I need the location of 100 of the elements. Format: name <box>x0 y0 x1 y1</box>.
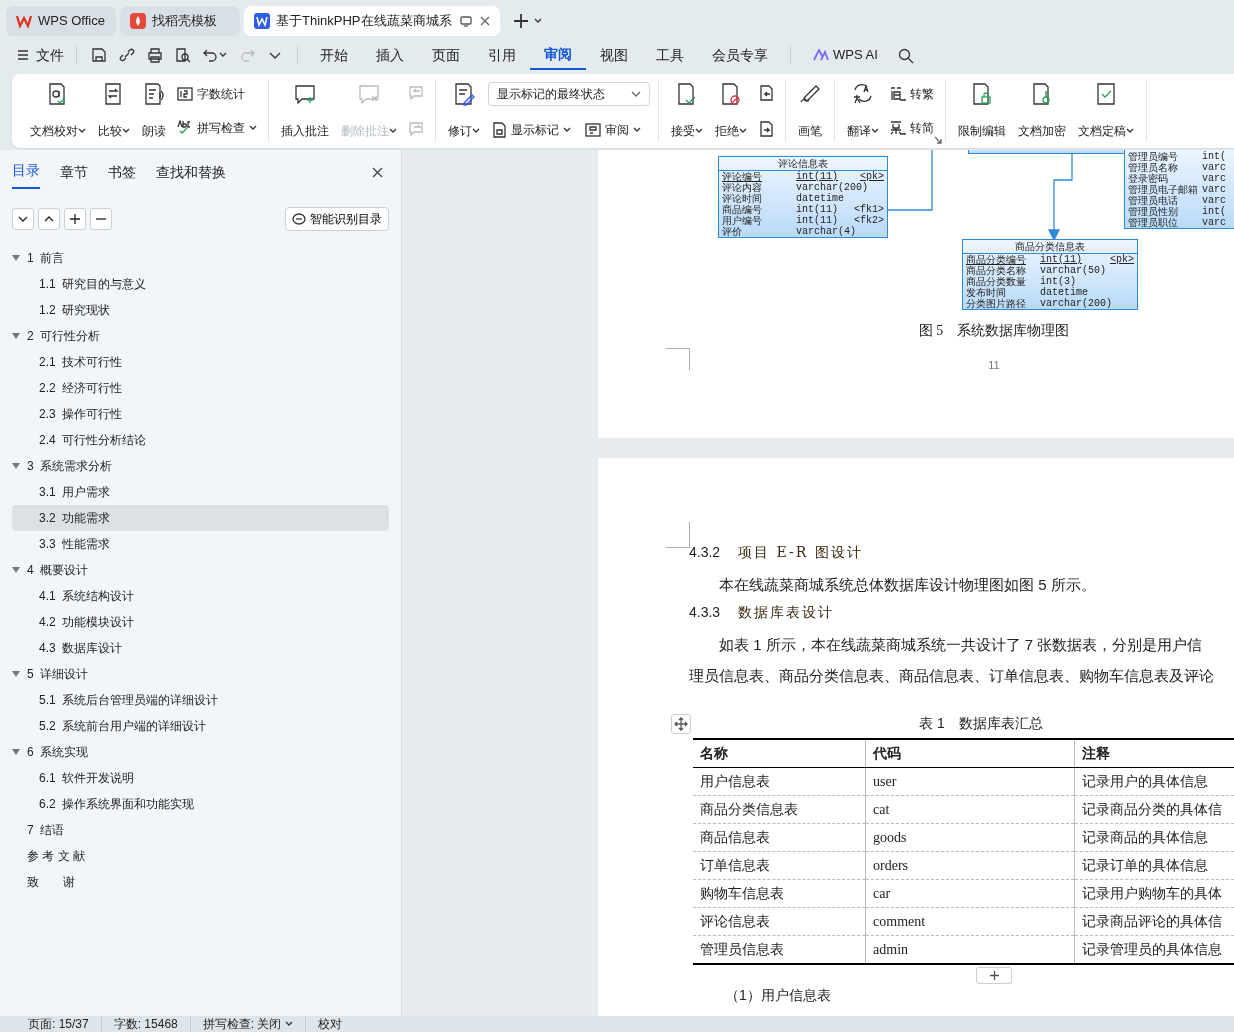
table-field: 商品分类名称 varchar(50) <box>963 265 1137 276</box>
caret-icon <box>219 52 227 58</box>
ribbon-button[interactable]: 显示标记 <box>488 120 574 140</box>
menu-tab[interactable]: 插入 <box>362 40 418 70</box>
sidebar-tab[interactable]: 书签 <box>108 152 136 189</box>
outline-item[interactable]: 5.2 系统前台用户端的详细设计 <box>12 713 389 739</box>
next-change-icon <box>758 121 774 137</box>
outline-item[interactable]: 1.2 研究现状 <box>12 297 389 323</box>
plus-icon <box>69 213 81 225</box>
outline-item[interactable]: 参 考 文 献 <box>12 843 389 869</box>
menu-tab[interactable]: 开始 <box>306 40 362 70</box>
outline-item[interactable]: 4 概要设计 <box>12 557 389 583</box>
ribbon-button[interactable]: 比较 <box>94 80 134 142</box>
outline-item[interactable]: 2.4 可行性分析结论 <box>12 427 389 453</box>
outline-item[interactable]: 致 谢 <box>12 869 389 895</box>
menu-tab[interactable]: 页面 <box>418 40 474 70</box>
table-cell: 购物车信息表 <box>693 879 866 908</box>
document-logo-icon <box>254 13 270 29</box>
outline-item[interactable]: 4.3 数据库设计 <box>12 635 389 661</box>
menu-tab[interactable]: 会员专享 <box>698 40 782 70</box>
outline-item[interactable]: 2.3 操作可行性 <box>12 401 389 427</box>
outline-item[interactable]: 6 系统实现 <box>12 739 389 765</box>
outline-item[interactable]: 5 详细设计 <box>12 661 389 687</box>
read-aloud-icon <box>142 82 166 106</box>
app-tab[interactable]: WPS Office <box>6 6 116 36</box>
smart-toc-button[interactable]: 智能识别目录 <box>285 207 389 231</box>
table-field: 管理员编号 int( <box>1125 151 1234 162</box>
outline-item[interactable]: 2 可行性分析 <box>12 323 389 349</box>
column-header: 注释 <box>1074 739 1234 768</box>
table-cell: 商品分类信息表 <box>693 795 866 824</box>
outline-item[interactable]: 1 前言 <box>12 245 389 271</box>
ribbon-button[interactable]: 拒绝 <box>711 80 751 142</box>
crop-mark <box>666 348 690 370</box>
outline-item[interactable]: 1.1 研究目的与意义 <box>12 271 389 297</box>
ai-button[interactable]: WPS AI <box>799 40 892 70</box>
ribbon-button[interactable]: 限制编辑 <box>954 80 1010 142</box>
chevron-down-icon <box>269 51 281 60</box>
ribbon-button[interactable]: 插入批注 <box>277 80 333 142</box>
sidebar-tab[interactable]: 章节 <box>60 152 88 189</box>
app-tab[interactable]: 找稻壳模板 <box>120 6 240 36</box>
ribbon-button[interactable]: 转简 <box>887 118 937 138</box>
save-icon <box>91 47 107 63</box>
outline-item[interactable]: 2.2 经济可行性 <box>12 375 389 401</box>
outline-control-button[interactable] <box>12 208 34 230</box>
outline-item[interactable]: 3 系统需求分析 <box>12 453 389 479</box>
ribbon-button[interactable]: 画笔 <box>794 80 826 142</box>
finalize-document-icon <box>1094 82 1118 106</box>
sidebar-tab[interactable]: 查找和替换 <box>156 152 226 189</box>
ribbon-button[interactable]: 修订 <box>444 80 484 142</box>
monitor-icon <box>460 15 472 27</box>
sidebar-tab[interactable]: 目录 <box>12 150 40 189</box>
outline-item[interactable]: 5.1 系统后台管理员端的详细设计 <box>12 687 389 713</box>
status-item[interactable]: 校对 <box>306 1016 355 1032</box>
table-cell: 记录商品分类的具体信 <box>1074 795 1234 824</box>
outline-item[interactable]: 3.1 用户需求 <box>12 479 389 505</box>
ribbon-button[interactable]: 翻译 <box>843 80 883 142</box>
ribbon-button[interactable]: 文档校对 <box>26 80 90 142</box>
ribbon-button[interactable]: 文档定稿 <box>1074 80 1138 142</box>
ribbon-button[interactable]: 字数统计 <box>174 84 260 104</box>
table-field: 评价 varchar(4) <box>719 226 887 237</box>
menu-tab[interactable]: 审阅 <box>530 40 586 70</box>
table-cell: goods <box>865 823 1075 852</box>
ribbon-button[interactable]: 朗读 <box>138 80 170 142</box>
outline-item[interactable]: 7 结语 <box>12 817 389 843</box>
chevron-down-icon <box>631 91 641 97</box>
close-icon <box>480 16 490 26</box>
outline-control-button[interactable] <box>64 208 86 230</box>
status-item[interactable]: 拼写检查: 关闭 <box>190 1016 307 1032</box>
preview-icon <box>175 47 191 63</box>
outline-item[interactable]: 6.2 操作系统界面和功能实现 <box>12 791 389 817</box>
menu-tab[interactable]: 工具 <box>642 40 698 70</box>
outline-item[interactable]: 3.2 功能需求 <box>12 505 389 531</box>
table-cell: 管理员信息表 <box>693 935 866 964</box>
outline-control-button[interactable] <box>90 208 112 230</box>
add-row-button[interactable] <box>976 967 1012 984</box>
menu-tab[interactable]: 视图 <box>586 40 642 70</box>
ribbon-button[interactable]: 文档加密 <box>1014 80 1070 142</box>
outline-item[interactable]: 6.1 软件开发说明 <box>12 765 389 791</box>
status-item[interactable]: 页面: 15/37 <box>16 1016 102 1032</box>
ribbon-button[interactable]: 审阅 <box>582 120 644 140</box>
ribbon-button[interactable]: 接受 <box>667 80 707 142</box>
heading-number: 4.3.2 <box>689 543 721 562</box>
outline-item[interactable]: 4.1 系统结构设计 <box>12 583 389 609</box>
outline-item[interactable]: 4.2 功能模块设计 <box>12 609 389 635</box>
outline-item[interactable]: 3.3 性能需求 <box>12 531 389 557</box>
ribbon-button[interactable]: 转繁 <box>887 84 937 104</box>
move-handle[interactable] <box>671 714 691 734</box>
table-cell: 记录商品的具体信息 <box>1074 823 1234 852</box>
column-header: 代码 <box>865 739 1075 768</box>
traditional-chinese-icon <box>890 86 906 102</box>
menu-tab[interactable]: 引用 <box>474 40 530 70</box>
app-tab[interactable]: 基于ThinkPHP在线蔬菜商城系 <box>244 6 500 36</box>
file-menu[interactable]: 文件 <box>14 40 68 70</box>
outline-item[interactable]: 2.1 技术可行性 <box>12 349 389 375</box>
ribbon-button[interactable]: 拼写检查 <box>174 118 260 138</box>
table-cell: car <box>865 879 1075 908</box>
status-item[interactable]: 字数: 15468 <box>101 1016 191 1032</box>
markup-dropdown[interactable]: 显示标记的最终状态 <box>488 82 650 106</box>
table-cell: 记录用户的具体信息 <box>1074 767 1234 796</box>
outline-control-button[interactable] <box>38 208 60 230</box>
